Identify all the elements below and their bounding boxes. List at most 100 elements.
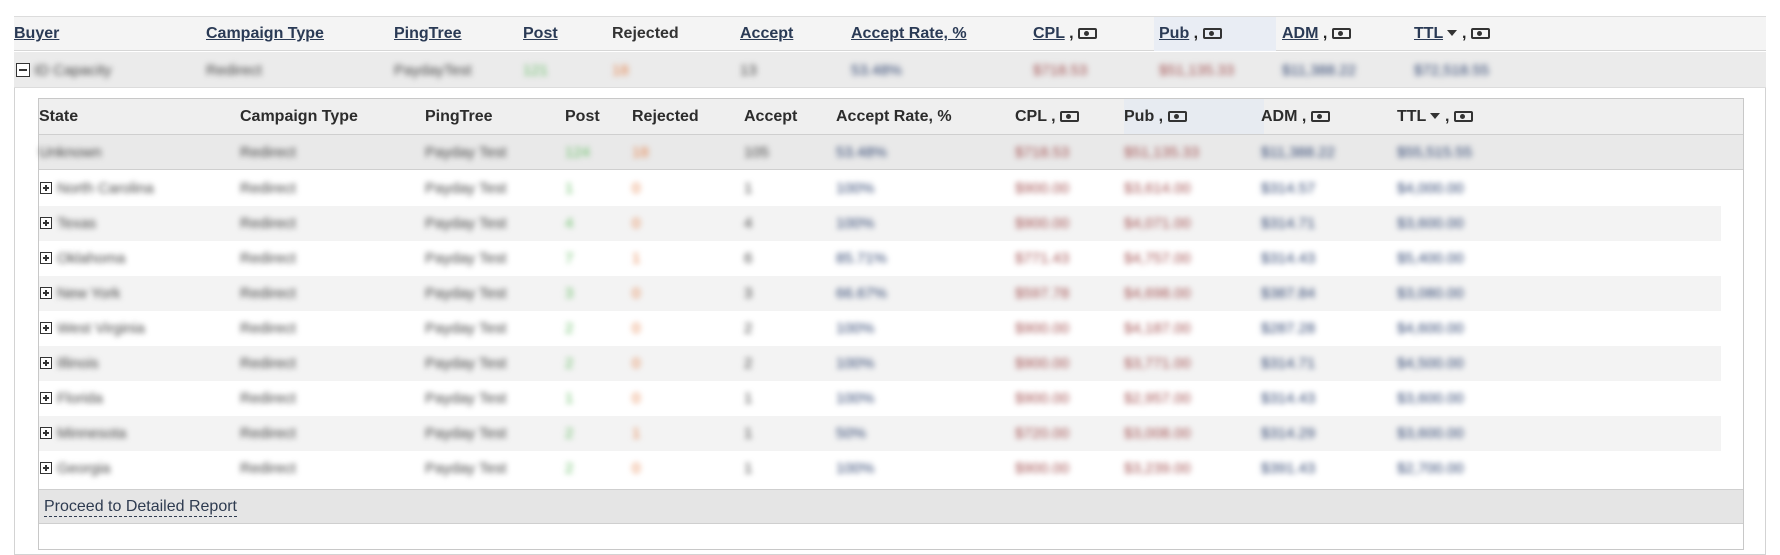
collapse-icon[interactable]: [16, 63, 30, 77]
inner-header-state[interactable]: State: [39, 99, 78, 134]
inner-header-pub-label[interactable]: Pub: [1124, 108, 1154, 125]
state-breakdown-table: State Campaign Type PingTree Post Reject…: [38, 98, 1744, 550]
inner-header-ttl[interactable]: TTL ,: [1397, 99, 1473, 134]
expand-icon[interactable]: [40, 462, 52, 474]
cell-ttl: $2,700.00: [1397, 460, 1464, 477]
outer-header-adm[interactable]: ADM ,: [1282, 17, 1351, 51]
inner-header-adm-label[interactable]: ADM: [1261, 108, 1297, 125]
inner-header-accept-rate[interactable]: Accept Rate, %: [836, 99, 952, 134]
cell-accept-rate: 53.48%: [836, 144, 887, 161]
table-row: Oklahoma Redirect Payday Test 7 1 6 85.71% $771…: [39, 241, 1743, 276]
inner-header-accept[interactable]: Accept: [744, 99, 797, 134]
cell-cpl: $900.00: [1015, 355, 1070, 372]
cell-pub: $3,614.00: [1124, 180, 1191, 197]
expand-icon[interactable]: [40, 217, 52, 229]
expand-icon[interactable]: [40, 357, 52, 369]
cell-cpl: $771.43: [1015, 250, 1070, 267]
outer-header-accept[interactable]: Accept: [740, 17, 793, 51]
outer-cell-buyer: ID Capacity: [34, 62, 112, 79]
cell-accept: 1: [744, 390, 753, 407]
inner-header-cpl-label[interactable]: CPL: [1015, 108, 1047, 125]
table-row-total: Unknown Redirect Payday Test 124 18 105 …: [39, 135, 1743, 170]
cell-campaign-type: Redirect: [240, 250, 296, 267]
cell-post: 1: [565, 180, 574, 197]
cell-pingtree: Payday Test: [425, 250, 507, 267]
cell-pub: $4,698.00: [1124, 285, 1191, 302]
expand-icon[interactable]: [40, 427, 52, 439]
expand-icon[interactable]: [40, 287, 52, 299]
table-row: West Virginia Redirect Payday Test 2 0 2 100% $…: [39, 311, 1743, 346]
proceed-to-detailed-report-link[interactable]: Proceed to Detailed Report: [44, 498, 237, 517]
outer-header-pub[interactable]: Pub ,: [1159, 17, 1222, 51]
row-edge: [1721, 346, 1743, 381]
cell-rejected: 0: [632, 215, 641, 232]
inner-header-pingtree[interactable]: PingTree: [425, 99, 493, 134]
cell-pingtree: Payday Test: [425, 390, 507, 407]
inner-header-cpl[interactable]: CPL ,: [1015, 99, 1080, 134]
expand-icon[interactable]: [40, 182, 52, 194]
sort-desc-icon[interactable]: [1447, 30, 1458, 36]
outer-header-ttl[interactable]: TTL ,: [1414, 17, 1490, 51]
cell-pub: $3,239.00: [1124, 460, 1191, 477]
inner-header-rejected[interactable]: Rejected: [632, 99, 699, 134]
cell-cpl: $900.00: [1015, 320, 1070, 337]
inner-header-post[interactable]: Post: [565, 99, 600, 134]
inner-table-header: State Campaign Type PingTree Post Reject…: [39, 99, 1743, 135]
cell-accept-rate: 100%: [836, 215, 875, 232]
expand-icon[interactable]: [40, 252, 52, 264]
cell-rejected: 0: [632, 355, 641, 372]
cell-post: 2: [565, 425, 574, 442]
cell-ttl: $3,600.00: [1397, 215, 1464, 232]
cell-pingtree: Payday Test: [425, 320, 507, 337]
outer-header-cpl[interactable]: CPL ,: [1033, 17, 1098, 51]
outer-cell-post: 121: [523, 62, 549, 79]
cell-state: West Virginia: [57, 320, 145, 337]
cell-cpl: $720.00: [1015, 425, 1070, 442]
cell-cpl: $597.78: [1015, 285, 1070, 302]
cell-pub: $4,757.00: [1124, 250, 1191, 267]
expand-icon[interactable]: [40, 322, 52, 334]
table-row: Illinois Redirect Payday Test 2 0 2 100% $900.0…: [39, 346, 1743, 381]
outer-cell-adm: $11,388.22: [1282, 62, 1356, 79]
inner-header-ttl-label[interactable]: TTL: [1397, 108, 1426, 125]
outer-header-campaign-type[interactable]: Campaign Type: [206, 17, 324, 51]
sort-desc-icon[interactable]: [1430, 113, 1441, 119]
cell-rejected: 0: [632, 320, 641, 337]
cell-rejected: 0: [632, 180, 641, 197]
cell-post: 124: [565, 144, 591, 161]
cell-cpl: $900.00: [1015, 390, 1070, 407]
cell-rejected: 18: [632, 144, 649, 161]
table-footer: Proceed to Detailed Report: [39, 489, 1743, 524]
cell-accept: 6: [744, 250, 753, 267]
outer-cell-cpl: $718.53: [1033, 62, 1088, 79]
cell-cpl: $900.00: [1015, 215, 1070, 232]
outer-header-post[interactable]: Post: [523, 17, 558, 51]
expand-icon[interactable]: [40, 392, 52, 404]
cell-accept: 1: [744, 425, 753, 442]
cell-accept: 2: [744, 320, 753, 337]
cell-campaign-type: Redirect: [240, 355, 296, 372]
cell-post: 7: [565, 250, 574, 267]
outer-header-cpl-label[interactable]: CPL: [1033, 25, 1065, 42]
outer-header-pub-label[interactable]: Pub: [1159, 25, 1189, 42]
cell-campaign-type: Redirect: [240, 180, 296, 197]
cell-post: 2: [565, 460, 574, 477]
cell-state: Illinois: [57, 355, 99, 372]
money-icon: [1331, 28, 1351, 39]
cell-campaign-type: Redirect: [240, 144, 296, 161]
cell-accept: 4: [744, 215, 753, 232]
inner-header-adm[interactable]: ADM ,: [1261, 99, 1330, 134]
report-page: Buyer Campaign Type PingTree Post Reject…: [0, 0, 1780, 555]
inner-header-pub[interactable]: Pub ,: [1124, 99, 1187, 134]
outer-header-buyer[interactable]: Buyer: [14, 17, 59, 51]
cell-pub: $3,008.00: [1124, 425, 1191, 442]
outer-header-accept-rate[interactable]: Accept Rate, %: [851, 17, 967, 51]
outer-header-ttl-label[interactable]: TTL: [1414, 25, 1443, 42]
row-edge: [1721, 276, 1743, 311]
cell-ttl: $4,000.00: [1397, 180, 1464, 197]
outer-header-pingtree[interactable]: PingTree: [394, 17, 462, 51]
outer-header-rejected: Rejected: [612, 25, 679, 42]
outer-header-adm-label[interactable]: ADM: [1282, 25, 1318, 42]
cell-rejected: 0: [632, 285, 641, 302]
inner-header-campaign-type[interactable]: Campaign Type: [240, 99, 358, 134]
